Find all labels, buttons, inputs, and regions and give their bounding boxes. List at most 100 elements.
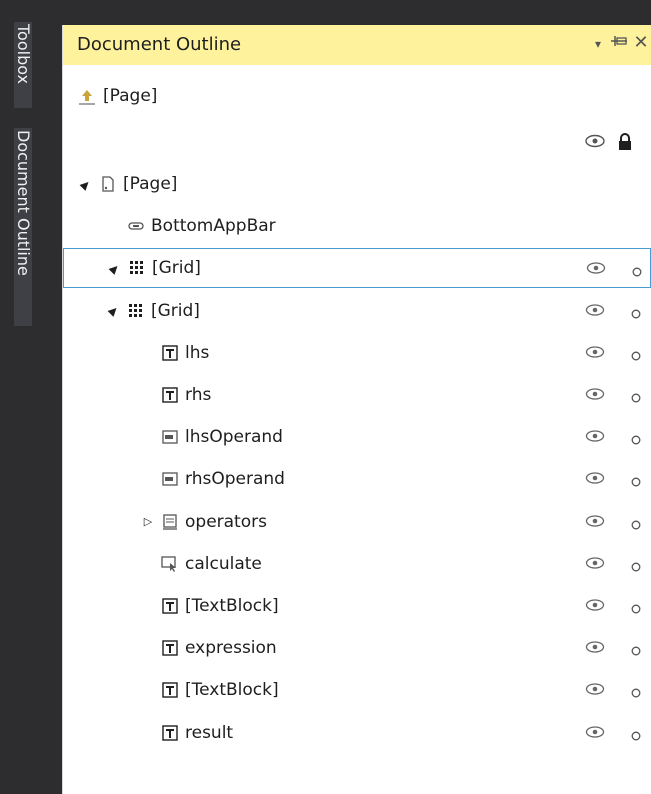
- tree-row[interactable]: rhsOperand: [63, 459, 651, 499]
- tree-row-content: expression: [161, 628, 277, 668]
- expand-arrow-icon[interactable]: ▷: [139, 515, 157, 528]
- lock-toggle-icon[interactable]: [631, 726, 641, 741]
- grid-icon: [127, 302, 145, 320]
- tree-row[interactable]: [TextBlock]: [63, 586, 651, 626]
- button-icon: [161, 555, 179, 573]
- grid-icon: [128, 259, 146, 277]
- visibility-eye-icon[interactable]: [585, 513, 605, 527]
- tree-node-label: [TextBlock]: [185, 596, 279, 616]
- visibility-eye-icon[interactable]: [585, 302, 605, 316]
- tree-row-content: lhs: [161, 333, 209, 373]
- tree-node-label: [Grid]: [151, 300, 200, 321]
- document-outline-panel: Document Outline ▾ ✕ [Page] ▲ [Page] Botto…: [62, 25, 651, 794]
- textblock-icon: [161, 724, 179, 742]
- tree-row-content: ▲ [Grid]: [105, 291, 200, 331]
- visibility-eye-icon[interactable]: [585, 724, 605, 738]
- tree-row[interactable]: ▲ [Page]: [63, 164, 651, 204]
- collapse-arrow-icon[interactable]: ▲: [103, 300, 125, 322]
- tree-row-content: ▷ operators: [139, 502, 267, 542]
- lock-toggle-icon[interactable]: [631, 430, 641, 445]
- tree-node-label: result: [185, 722, 234, 743]
- page-icon: [99, 175, 117, 193]
- lock-toggle-icon[interactable]: [631, 472, 641, 487]
- breadcrumb-label: [Page]: [103, 86, 158, 106]
- tree-node-label: rhsOperand: [185, 469, 285, 490]
- toolbox-tab[interactable]: Toolbox: [14, 22, 33, 108]
- textblock-icon: [161, 639, 179, 657]
- visibility-eye-icon[interactable]: [585, 470, 605, 485]
- lock-toggle-icon[interactable]: [632, 262, 642, 277]
- visibility-eye-icon[interactable]: [585, 428, 605, 442]
- lock-toggle-icon[interactable]: [631, 683, 641, 698]
- textblock-icon: [161, 597, 179, 615]
- visibility-eye-icon[interactable]: [585, 681, 605, 696]
- textbox-icon: [161, 470, 179, 488]
- tree-row-content: result: [161, 713, 233, 753]
- textblock-icon: [161, 386, 179, 404]
- lock-toggle-icon[interactable]: [631, 346, 641, 361]
- tree-row[interactable]: ▲ [Grid]: [63, 248, 651, 289]
- tree-row-content: ▲ [Grid]: [106, 249, 201, 287]
- tree-node-label: [Page]: [123, 174, 178, 194]
- tree-node-label: lhs: [185, 342, 210, 363]
- tree-row-content: [TextBlock]: [161, 586, 279, 626]
- breadcrumb[interactable]: [Page]: [77, 83, 157, 109]
- visibility-eye-icon[interactable]: [585, 555, 605, 569]
- visibility-eye-icon[interactable]: [585, 639, 605, 653]
- lock-toggle-icon[interactable]: [631, 515, 641, 530]
- collapse-arrow-icon[interactable]: ▲: [104, 257, 126, 279]
- visibility-eye-icon[interactable]: [585, 344, 605, 358]
- lock-toggle-icon[interactable]: [631, 557, 641, 572]
- tree-row[interactable]: ▷ operators: [63, 502, 651, 542]
- tree-row[interactable]: calculate: [63, 544, 651, 584]
- tree-row-content: [TextBlock]: [161, 670, 279, 710]
- visibility-eye-icon[interactable]: [586, 260, 606, 275]
- tree-node-label: expression: [185, 638, 277, 659]
- tree-node-label: rhs: [185, 385, 212, 405]
- tree-row-content: lhsOperand: [161, 417, 283, 457]
- tree-row[interactable]: rhs: [63, 375, 651, 415]
- app-bar-icon: [127, 217, 145, 235]
- lock-toggle-icon[interactable]: [631, 599, 641, 614]
- column-header-icons: [584, 133, 632, 155]
- visibility-eye-icon[interactable]: [585, 597, 605, 611]
- collapse-arrow-icon[interactable]: ▲: [75, 173, 97, 195]
- tree-row[interactable]: [TextBlock]: [63, 670, 651, 710]
- eye-icon[interactable]: [584, 133, 606, 155]
- tree-node-label: [TextBlock]: [185, 680, 279, 701]
- panel-header: Document Outline ▾ ✕: [63, 25, 651, 65]
- window-position-dropdown-icon[interactable]: ▾: [588, 37, 608, 51]
- lock-toggle-icon[interactable]: [631, 641, 641, 656]
- panel-title: Document Outline: [77, 34, 242, 55]
- textblock-icon: [161, 344, 179, 362]
- window-top-strip: [62, 0, 651, 25]
- tree-row-content: calculate: [161, 544, 262, 584]
- tree-row[interactable]: BottomAppBar: [63, 206, 651, 246]
- document-outline-tab[interactable]: Document Outline: [14, 128, 33, 326]
- lock-toggle-icon[interactable]: [631, 304, 641, 319]
- textblock-icon: [161, 681, 179, 699]
- tree-row[interactable]: lhs: [63, 333, 651, 373]
- tree-row[interactable]: lhsOperand: [63, 417, 651, 457]
- tree-row[interactable]: ▲ [Grid]: [63, 291, 651, 331]
- visibility-eye-icon[interactable]: [585, 386, 605, 400]
- tree-node-label: operators: [185, 511, 267, 532]
- tree-row-content: rhsOperand: [161, 459, 285, 499]
- side-tab-rail: Toolbox Document Outline: [0, 0, 62, 794]
- tree-row-content: rhs: [161, 375, 211, 415]
- tree-node-label: lhsOperand: [185, 427, 283, 448]
- tree-row-content: ▲ [Page]: [77, 164, 177, 204]
- tree-row-content: BottomAppBar: [127, 206, 276, 246]
- auto-hide-pin-icon[interactable]: [609, 33, 629, 52]
- tree-row[interactable]: expression: [63, 628, 651, 668]
- listbox-icon: [161, 513, 179, 531]
- tree-node-label: [Grid]: [152, 258, 201, 279]
- lock-icon[interactable]: [618, 133, 632, 155]
- navigate-up-icon[interactable]: [77, 86, 97, 106]
- tree-node-label: calculate: [185, 553, 262, 574]
- close-icon[interactable]: ✕: [631, 32, 651, 53]
- lock-toggle-icon[interactable]: [631, 388, 641, 403]
- tree-row[interactable]: result: [63, 713, 651, 753]
- tree-node-label: BottomAppBar: [151, 216, 276, 237]
- textbox-icon: [161, 428, 179, 446]
